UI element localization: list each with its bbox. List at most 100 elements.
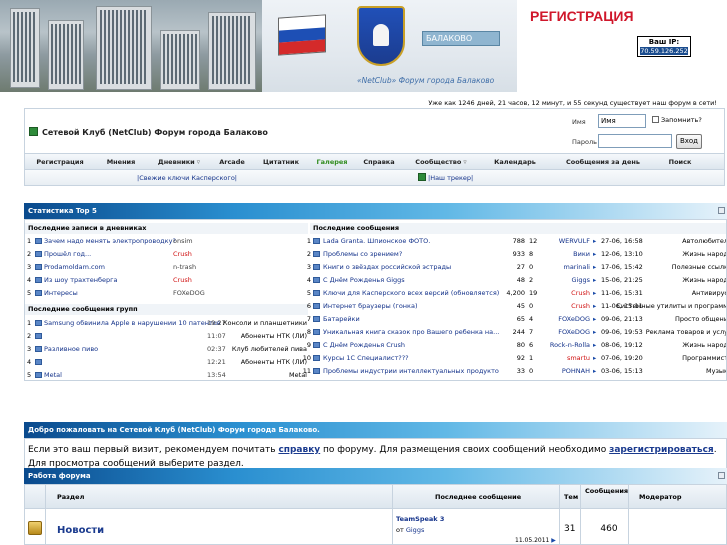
post-forum-link[interactable]: Полезные ссылк [672,261,726,273]
nav-item[interactable]: Мнения [95,158,147,166]
post-title-link[interactable]: Уникальная книга сказок про Вашего ребен… [323,326,499,338]
post-title-link[interactable]: Батарейки [323,313,499,325]
nav-item[interactable]: Дневники [147,158,211,166]
diary-title-link[interactable]: Из шоу трахтенберга [44,276,118,284]
collapse-icon[interactable] [718,472,725,479]
group-row[interactable]: 3 Разливное пиво 02:37 Клуб любителей пива [27,343,308,355]
goto-post-icon[interactable]: ▸ [593,326,596,338]
post-forum-link[interactable]: Автолюбител [682,235,726,247]
group-post-link[interactable]: Samsung обвинила Apple в нарушении 10 па… [44,319,221,327]
username-input[interactable] [598,114,646,128]
post-title-link[interactable]: Проблемы со зрением? [323,248,499,260]
goto-post-icon[interactable]: ▸ [593,352,596,364]
forum-row[interactable]: Новости TeamSpeak 3 от Giggs 11.05.2011 … [25,509,726,544]
collapse-icon[interactable] [718,207,725,214]
diary-title-link[interactable]: Зачем надо менять электропроводку? [44,237,176,245]
post-title-link[interactable]: Ключи для Касперского всех версий (обнов… [323,287,499,299]
post-row[interactable]: 11 Проблемы индустрии интеллектуальных пр… [301,365,726,377]
group-name-link[interactable]: Абоненты НТК (ЛИ) [241,356,307,368]
nav-item[interactable]: Цитатник [253,158,309,166]
post-forum-link[interactable]: Просто общени [675,313,726,325]
post-row[interactable]: 1 Lada Granta. Шпионское ФОТО. 788 12 WERVUL… [301,235,726,247]
banner-caption[interactable]: «NetClub» Форум города Балаково [357,76,494,85]
group-row[interactable]: 4 12:21 Абоненты НТК (ЛИ) [27,356,308,368]
register-link[interactable]: зарегистрироваться [609,445,714,455]
diary-author-link[interactable]: n-trash [173,261,196,273]
group-row[interactable]: 5 Metal 13:54 Metal [27,369,308,380]
post-forum-link[interactable]: Программист [682,352,726,364]
goto-post-icon[interactable]: ▸ [593,274,596,286]
diary-title-link[interactable]: Прошёл год... [44,250,91,258]
group-post-link[interactable]: Разливное пиво [44,345,98,353]
nav-item[interactable]: Справка [355,158,403,166]
group-row[interactable]: 2 11:07 Абоненты НТК (ЛИ) [27,330,308,342]
nav-item[interactable]: Сообщество [403,158,479,166]
post-title-link[interactable]: Книги о звёздах российской эстрады [323,261,499,273]
goto-post-icon[interactable]: ▸ [593,313,596,325]
nav-item[interactable]: Галерея [309,158,355,166]
last-by-user[interactable]: Giggs [406,526,424,534]
group-name-link[interactable]: Клуб любителей пива [232,343,307,355]
goto-post-icon[interactable]: ▸ [593,339,596,351]
post-forum-link[interactable]: Музык [706,365,726,377]
post-forum-link[interactable]: Жизнь народ [682,274,726,286]
post-row[interactable]: 9 С Днём Рожденья Crush 80 6 Rock-n-Rolla ▸ 08… [301,339,726,351]
post-forum-link[interactable]: Системные утилиты и программ [616,300,726,312]
forum-name-link[interactable]: Новости [57,525,104,536]
post-author-link[interactable]: Rock-n-Rolla [545,339,590,351]
tracker-link[interactable]: |Наш трекер| [418,173,473,182]
kaspersky-keys-link[interactable]: |Свежие ключи Касперского| [137,174,237,182]
post-author-link[interactable]: Вики [545,248,590,260]
post-author-link[interactable]: Crush [545,287,590,299]
goto-post-icon[interactable]: ▸ [593,300,596,312]
post-author-link[interactable]: smartu [545,352,590,364]
diary-row[interactable]: 3 Prodamoldam.com n-trash [27,261,308,273]
post-author-link[interactable]: FOXeDOG [545,313,590,325]
diary-row[interactable]: 2 Прошёл год... Crush [27,248,308,260]
post-title-link[interactable]: Проблемы индустрии интеллектуальных прод… [323,365,499,377]
post-row[interactable]: 2 Проблемы со зрением? 933 8 Вики ▸ 12-06, 13:… [301,248,726,260]
registration-title[interactable]: РЕГИСТРАЦИЯ [530,8,634,24]
post-forum-link[interactable]: Реклама товаров и услу [646,326,726,338]
diary-row[interactable]: 5 Интересы FOXeDOG [27,287,308,299]
forum-title[interactable]: Сетевой Клуб (NetClub) Форум города Бала… [29,127,268,137]
password-input[interactable] [598,134,672,148]
post-author-link[interactable]: Crush [545,300,590,312]
remember-checkbox[interactable] [652,116,659,123]
login-button[interactable]: Вход [676,134,702,149]
post-title-link[interactable]: Интернет браузеры (гонка) [323,300,499,312]
post-title-link[interactable]: Lada Granta. Шпионское ФОТО. [323,235,499,247]
post-author-link[interactable]: marinali [545,261,590,273]
diary-author-link[interactable]: FOXeDOG [173,287,205,299]
post-author-link[interactable]: FOXeDOG [545,326,590,338]
help-link[interactable]: справку [278,445,320,455]
post-author-link[interactable]: Giggs [545,274,590,286]
post-row[interactable]: 3 Книги о звёздах российской эстрады 27 0 ma… [301,261,726,273]
goto-post-icon[interactable]: ▸ [593,365,596,377]
goto-post-icon[interactable]: ▸ [593,287,596,299]
diary-author-link[interactable]: onsim [173,235,193,247]
diary-title-link[interactable]: Интересы [44,289,78,297]
group-name-link[interactable]: Абоненты НТК (ЛИ) [241,330,307,342]
nav-item[interactable]: Регистрация [25,158,95,166]
diary-row[interactable]: 4 Из шоу трахтенберга Crush [27,274,308,286]
diary-author-link[interactable]: Crush [173,248,192,260]
post-row[interactable]: 7 Батарейки 65 4 FOXeDOG ▸ 09-06, 21:13 Просто … [301,313,726,325]
diary-row[interactable]: 1 Зачем надо менять электропроводку? onsim [27,235,308,247]
post-row[interactable]: 10 Курсы 1С Специалист??? 92 1 smartu ▸ 07-06,… [301,352,726,364]
nav-item[interactable]: Сообщения за день [551,158,655,166]
group-row[interactable]: 1 Samsung обвинила Apple в нарушении 10 п… [27,317,308,329]
nav-item[interactable]: Календарь [479,158,551,166]
goto-post-icon[interactable]: ▸ [593,248,596,260]
group-name-link[interactable]: Консоли и планшетники [223,317,307,329]
post-author-link[interactable]: WERVULF [545,235,590,247]
group-post-link[interactable]: Metal [44,371,62,379]
post-forum-link[interactable]: Жизнь народ [682,248,726,260]
post-title-link[interactable]: Курсы 1С Специалист??? [323,352,499,364]
diary-title-link[interactable]: Prodamoldam.com [44,263,105,271]
nav-item[interactable]: Поиск [655,158,705,166]
diary-author-link[interactable]: Crush [173,274,192,286]
post-forum-link[interactable]: Жизнь народ [682,339,726,351]
post-title-link[interactable]: С Днём Рожденья Crush [323,339,499,351]
goto-post-icon[interactable]: ▸ [593,235,596,247]
